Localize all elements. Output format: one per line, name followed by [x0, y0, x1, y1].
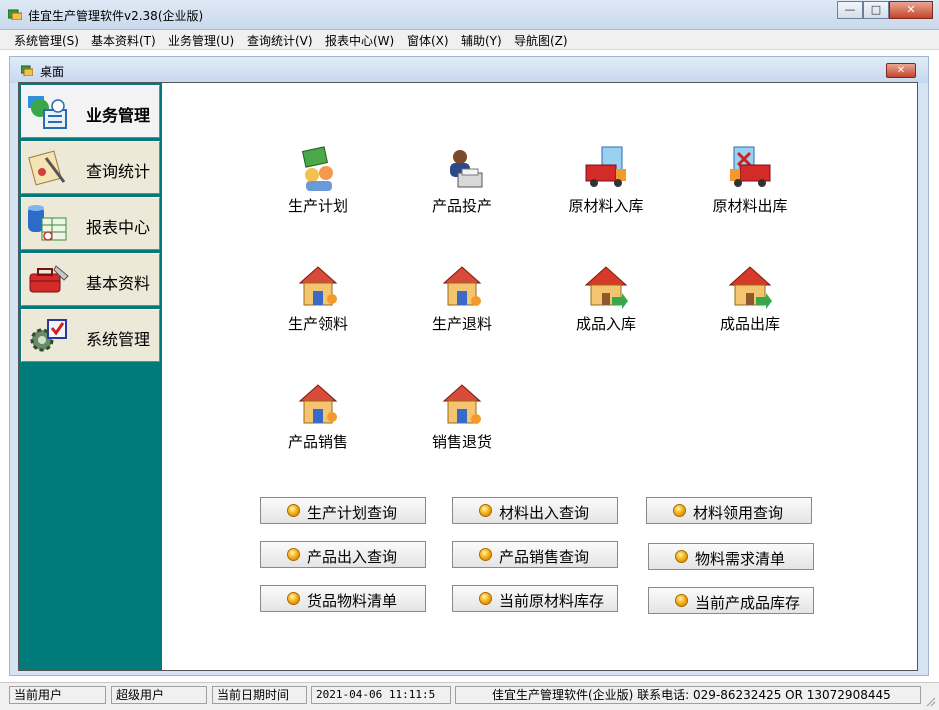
window-controls: — □ ✕	[837, 1, 933, 21]
status-bar: 当前用户 超级用户 当前日期时间 2021-04-06 11:11:5 佳宜生产…	[0, 682, 939, 710]
production-pick-icon	[298, 266, 338, 306]
bullet-icon	[479, 504, 492, 517]
finished-outbound-icon	[728, 266, 772, 309]
menu-window[interactable]: 窗体(X)	[407, 32, 449, 49]
status-current-user-label: 当前用户	[9, 686, 106, 704]
product-io-query-button[interactable]: 产品出入查询	[260, 541, 426, 568]
sidebar-item-system[interactable]: 系统管理	[21, 309, 160, 362]
bullet-icon	[479, 548, 492, 561]
bullet-icon	[287, 504, 300, 517]
sidebar-item-basic-data[interactable]: 基本资料	[21, 253, 160, 306]
material-outbound-icon	[730, 146, 771, 187]
product-sales-icon	[298, 384, 338, 424]
func-production-pick[interactable]: 生产领料	[258, 263, 378, 343]
menu-system[interactable]: 系统管理(S)	[14, 32, 79, 49]
raw-material-stock-button[interactable]: 当前原材料库存	[452, 585, 618, 612]
production-plan-icon	[301, 146, 333, 191]
product-launch-icon	[450, 150, 483, 188]
menu-report[interactable]: 报表中心(W)	[325, 32, 394, 49]
toolbox-icon	[29, 265, 69, 293]
status-datetime-label: 当前日期时间	[212, 686, 307, 704]
report-icon	[28, 205, 67, 241]
func-label: 生产退料	[431, 315, 492, 333]
client-area: 业务管理 查询统计 报表中心 基本资料 系统管理 生产计划 产品投产 原材料入库…	[18, 82, 918, 671]
material-io-query-button[interactable]: 材料出入查询	[452, 497, 618, 524]
sidebar-item-label: 业务管理	[86, 106, 151, 125]
func-production-return[interactable]: 生产退料	[402, 263, 522, 343]
desktop-title-bar: 桌面 ✕	[10, 57, 928, 83]
sales-return-icon	[442, 384, 482, 424]
func-label: 产品投产	[431, 197, 492, 215]
func-product-launch[interactable]: 产品投产	[402, 145, 522, 225]
sidebar-item-business[interactable]: 业务管理	[21, 85, 160, 138]
sidebar-item-label: 基本资料	[86, 274, 151, 293]
plan-query-button[interactable]: 生产计划查询	[260, 497, 426, 524]
title-bar: 佳宜生产管理软件v2.38(企业版) — □ ✕	[0, 0, 939, 30]
func-label: 产品销售	[287, 433, 348, 451]
menu-business[interactable]: 业务管理(U)	[168, 32, 234, 49]
bullet-icon	[673, 504, 686, 517]
finished-goods-stock-button[interactable]: 当前产成品库存	[648, 587, 814, 614]
sidebar-item-label: 查询统计	[86, 162, 151, 181]
func-label: 生产领料	[287, 315, 348, 333]
func-finished-outbound[interactable]: 成品出库	[690, 263, 810, 343]
sidebar-item-report[interactable]: 报表中心	[21, 197, 160, 250]
app-icon	[8, 9, 22, 20]
func-label: 成品出库	[719, 315, 780, 333]
func-product-sales[interactable]: 产品销售	[258, 381, 378, 461]
window-title: 佳宜生产管理软件v2.38(企业版)	[28, 9, 204, 23]
material-usage-query-button[interactable]: 材料领用查询	[646, 497, 812, 524]
material-requirement-list-button[interactable]: 物料需求清单	[648, 543, 814, 570]
desktop-close-button[interactable]: ✕	[886, 63, 916, 78]
production-return-icon	[442, 266, 482, 306]
function-panel: 生产计划 产品投产 原材料入库 原材料出库 生产领料 生产退料 成品入库 成品出…	[162, 83, 917, 670]
query-icon	[28, 150, 66, 186]
bullet-icon	[675, 550, 688, 563]
material-inbound-icon	[585, 146, 626, 187]
resize-grip-icon[interactable]	[924, 695, 936, 707]
func-finished-inbound[interactable]: 成品入库	[546, 263, 666, 343]
menu-help[interactable]: 辅助(Y)	[461, 32, 502, 49]
menu-bar: 系统管理(S) 基本资料(T) 业务管理(U) 查询统计(V) 报表中心(W) …	[0, 30, 939, 50]
bullet-icon	[479, 592, 492, 605]
status-datetime-value: 2021-04-06 11:11:5	[311, 686, 451, 704]
desktop-icon	[21, 65, 33, 76]
func-production-plan[interactable]: 生产计划	[258, 145, 378, 225]
bullet-icon	[287, 548, 300, 561]
menu-query[interactable]: 查询统计(V)	[247, 32, 313, 49]
finished-inbound-icon	[584, 266, 628, 309]
func-label: 原材料出库	[712, 197, 788, 215]
desktop-title: 桌面	[40, 65, 65, 79]
menu-basic-data[interactable]: 基本资料(T)	[91, 32, 156, 49]
sidebar-item-query[interactable]: 查询统计	[21, 141, 160, 194]
func-label: 生产计划	[287, 197, 348, 215]
sidebar-item-label: 报表中心	[86, 218, 151, 237]
product-sales-query-button[interactable]: 产品销售查询	[452, 541, 618, 568]
business-icon	[28, 96, 67, 129]
bullet-icon	[675, 594, 688, 607]
status-current-user-value: 超级用户	[111, 686, 207, 704]
minimize-button[interactable]: —	[837, 1, 863, 19]
goods-material-list-button[interactable]: 货品物料清单	[260, 585, 426, 612]
status-contact-info: 佳宜生产管理软件(企业版) 联系电话: 029-86232425 OR 1307…	[455, 686, 921, 704]
func-label: 销售退货	[431, 433, 492, 451]
func-sales-return[interactable]: 销售退货	[402, 381, 522, 461]
maximize-button[interactable]: □	[863, 1, 889, 19]
func-label: 成品入库	[575, 315, 636, 333]
func-material-inbound[interactable]: 原材料入库	[546, 145, 666, 225]
bullet-icon	[287, 592, 300, 605]
func-material-outbound[interactable]: 原材料出库	[690, 145, 810, 225]
close-button[interactable]: ✕	[889, 1, 933, 19]
menu-navigation[interactable]: 导航图(Z)	[514, 32, 568, 49]
func-label: 原材料入库	[568, 197, 644, 215]
sidebar: 业务管理 查询统计 报表中心 基本资料 系统管理	[19, 83, 162, 670]
settings-icon	[30, 319, 67, 352]
sidebar-item-label: 系统管理	[86, 330, 151, 349]
